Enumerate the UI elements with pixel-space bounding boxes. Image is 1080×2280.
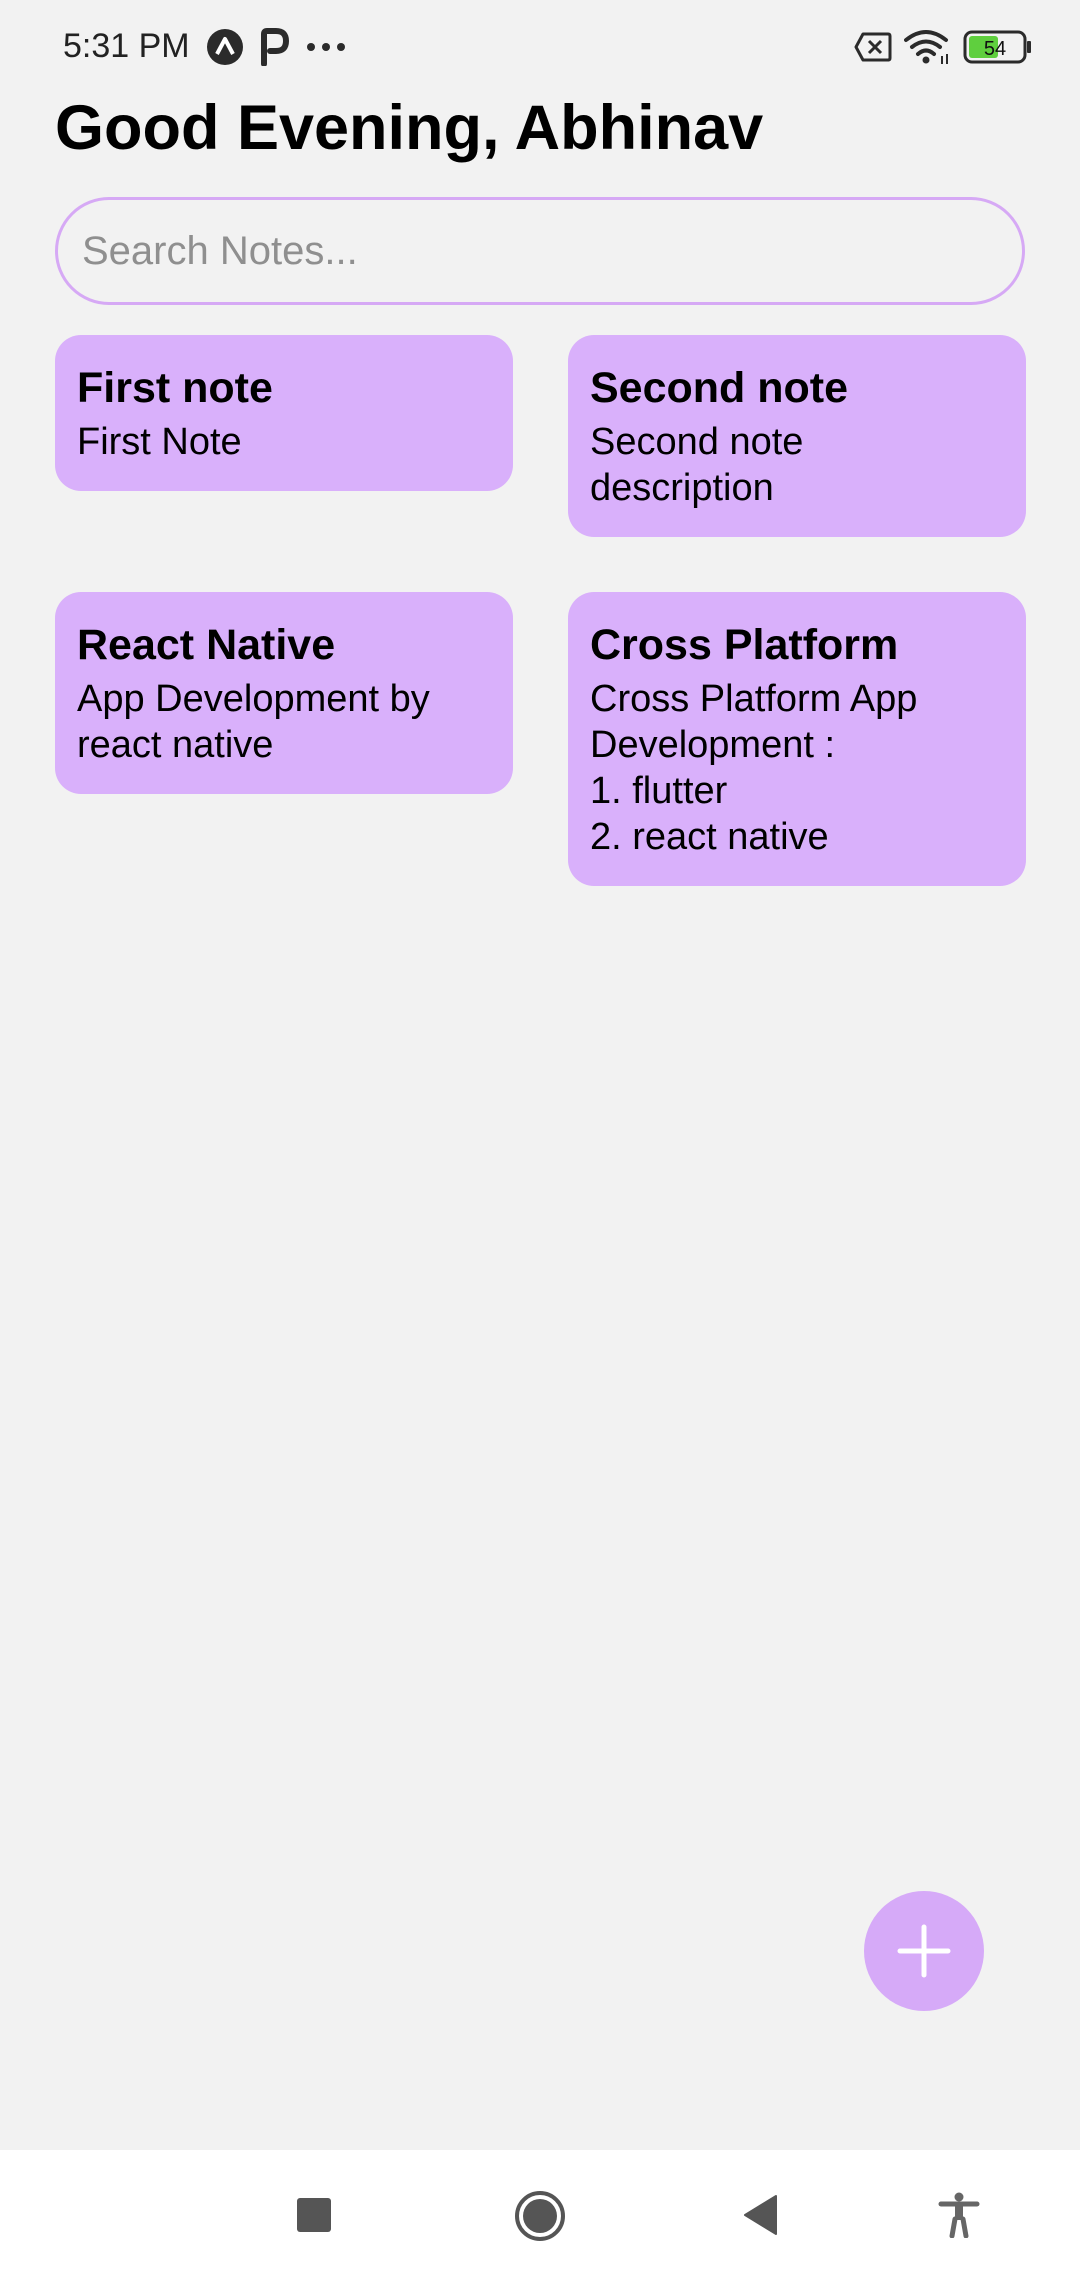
notes-home-screen: 5:31 PM 54 Good Evening, Abhinav Search …	[0, 0, 1080, 2280]
home-circle-icon[interactable]	[514, 2190, 566, 2242]
more-dots-icon	[307, 43, 345, 51]
status-bar: 5:31 PM 54	[0, 0, 1080, 96]
note-description: Cross Platform App Development : 1. flut…	[590, 678, 918, 858]
note-description: App Development by react native	[77, 678, 430, 766]
app-p-icon	[261, 28, 290, 66]
battery-level-text: 54	[984, 38, 1006, 60]
back-triangle-icon[interactable]	[742, 2194, 778, 2236]
note-card[interactable]: First note First Note	[55, 335, 513, 491]
plus-icon	[897, 1924, 951, 1978]
sim-x-icon	[854, 32, 892, 62]
page-title: Good Evening, Abhinav	[55, 93, 764, 163]
app-a-icon	[207, 29, 243, 65]
note-title: React Native	[77, 621, 336, 669]
note-description: First Note	[77, 421, 242, 463]
add-note-button[interactable]	[864, 1891, 984, 2011]
system-navigation-bar	[0, 2150, 1080, 2280]
accessibility-icon[interactable]	[938, 2192, 980, 2238]
recents-square-icon[interactable]	[295, 2197, 333, 2233]
note-title: Cross Platform	[590, 621, 899, 669]
note-description: Second note description	[590, 421, 804, 509]
search-input[interactable]	[55, 197, 1025, 305]
battery-icon: 54	[963, 30, 1031, 64]
note-title: First note	[77, 364, 273, 412]
note-card[interactable]: Cross Platform Cross Platform App Develo…	[568, 592, 1026, 886]
status-time: 5:31 PM	[63, 27, 190, 65]
note-title: Second note	[590, 364, 849, 412]
note-card[interactable]: React Native App Development by react na…	[55, 592, 513, 794]
note-card[interactable]: Second note Second note description	[568, 335, 1026, 537]
wifi-icon	[904, 30, 948, 64]
